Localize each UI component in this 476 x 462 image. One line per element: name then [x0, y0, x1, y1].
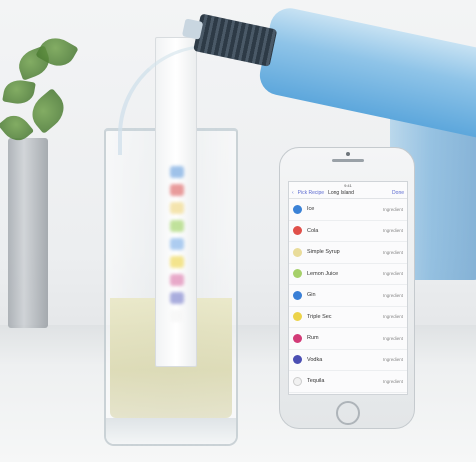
nav-bar: ‹ Pick Recipe Long Island Done — [289, 188, 407, 199]
list-item[interactable]: Triple Sec Ingredient — [289, 307, 407, 328]
ingredient-name: Gin — [307, 292, 316, 299]
bottle-spout — [181, 18, 204, 40]
led-segment — [170, 292, 184, 304]
list-item[interactable]: Tequila Ingredient — [289, 371, 407, 393]
ingredient-type: Ingredient — [382, 357, 403, 363]
ingredient-name: Triple Sec — [307, 313, 332, 320]
ingredient-color-dot-icon — [293, 247, 302, 257]
ingredient-type: Ingredient — [382, 206, 403, 212]
ingredient-name: Rum — [307, 335, 319, 342]
ingredient-type: Ingredient — [382, 378, 403, 384]
ingredient-color-dot-icon — [293, 376, 302, 386]
photo-scene: 9:41 ‹ Pick Recipe Long Island Done Ice I… — [0, 0, 476, 462]
ingredient-list: Ice Ingredient Cola Ingredient Simple Syrup I… — [289, 199, 407, 393]
ingredient-name: Cola — [307, 227, 319, 234]
back-button[interactable]: Pick Recipe — [298, 190, 324, 196]
list-item[interactable]: Lemon Juice Ingredient — [289, 264, 407, 285]
led-segment — [170, 220, 184, 232]
led-segment — [170, 184, 184, 196]
phone-speaker — [332, 159, 364, 162]
done-button[interactable]: Done — [392, 190, 404, 196]
list-item[interactable]: Rum Ingredient — [289, 328, 407, 350]
status-time: 9:41 — [344, 182, 352, 188]
ingredient-type: Ingredient — [382, 228, 403, 234]
led-segment — [170, 202, 184, 214]
nav-title: Long Island — [328, 190, 354, 196]
ingredient-color-dot-icon — [293, 290, 302, 300]
front-camera — [346, 152, 350, 156]
ingredient-type: Ingredient — [382, 249, 403, 255]
led-segment — [170, 238, 184, 250]
ingredient-type: Ingredient — [382, 271, 403, 277]
background-plant-pot — [8, 138, 48, 328]
list-item[interactable]: Simple Syrup Ingredient — [289, 242, 407, 264]
smartphone: 9:41 ‹ Pick Recipe Long Island Done Ice I… — [279, 147, 415, 429]
led-segment — [170, 274, 184, 286]
home-button[interactable] — [336, 401, 360, 425]
ingredient-name: Simple Syrup — [307, 249, 340, 256]
ingredient-name: Ice — [307, 206, 315, 213]
ingredient-type: Ingredient — [382, 335, 403, 341]
back-chevron-icon[interactable]: ‹ — [292, 190, 294, 196]
phone-screen: 9:41 ‹ Pick Recipe Long Island Done Ice I… — [288, 181, 408, 395]
ingredient-color-dot-icon — [293, 333, 302, 343]
led-segment — [170, 166, 184, 178]
led-segment — [170, 256, 184, 268]
list-item[interactable]: Vodka Ingredient — [289, 350, 407, 371]
bottle-pourer-cap — [193, 13, 278, 67]
ingredient-color-dot-icon — [293, 226, 302, 236]
list-item[interactable]: Cola Ingredient — [289, 221, 407, 242]
list-item[interactable]: Gin Ingredient — [289, 285, 407, 307]
ingredient-color-dot-icon — [293, 204, 302, 214]
ingredient-type: Ingredient — [382, 292, 403, 298]
bottle-body — [256, 4, 476, 141]
ingredient-name: Vodka — [307, 356, 323, 363]
plant-leaf — [2, 77, 36, 107]
ingredient-name: Tequila — [307, 378, 325, 385]
ingredient-name: Lemon Juice — [307, 270, 339, 277]
ingredient-type: Ingredient — [382, 314, 403, 320]
glass-base — [106, 418, 236, 444]
ingredient-color-dot-icon — [293, 355, 302, 365]
ingredient-color-dot-icon — [293, 269, 302, 279]
led-segment — [170, 310, 184, 322]
pouring-gin-bottle — [181, 0, 476, 142]
ingredient-color-dot-icon — [293, 312, 302, 322]
list-item[interactable]: Ice Ingredient — [289, 199, 407, 221]
